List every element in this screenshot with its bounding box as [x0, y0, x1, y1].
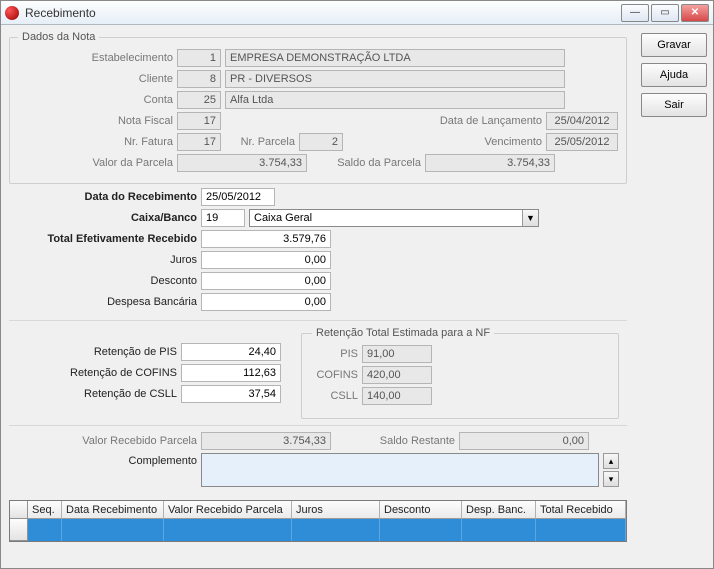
- th-total-recebido[interactable]: Total Recebido: [536, 501, 626, 519]
- label-est-pis: PIS: [312, 348, 358, 360]
- input-data-recebimento[interactable]: [201, 188, 275, 206]
- label-caixa-banco: Caixa/Banco: [17, 212, 197, 224]
- sair-button[interactable]: Sair: [641, 93, 707, 117]
- label-ret-csll: Retenção de CSLL: [17, 388, 177, 400]
- field-valor-parcela: 3.754,33: [177, 154, 307, 172]
- label-estabelecimento: Estabelecimento: [18, 52, 173, 64]
- field-saldo-parcela: 3.754,33: [425, 154, 555, 172]
- close-button[interactable]: ✕: [681, 4, 709, 22]
- field-est-csll: 140,00: [362, 387, 432, 405]
- field-estabelecimento-code: 1: [177, 49, 221, 67]
- row-header-corner: [10, 501, 28, 519]
- titlebar: Recebimento — ▭ ✕: [1, 1, 713, 25]
- chevron-down-icon: ▼: [522, 210, 538, 226]
- gravar-button[interactable]: Gravar: [641, 33, 707, 57]
- label-saldo-restante: Saldo Restante: [335, 435, 455, 447]
- row-selector[interactable]: [10, 519, 28, 541]
- label-juros: Juros: [17, 254, 197, 266]
- input-juros[interactable]: [201, 251, 331, 269]
- scroll-down-icon[interactable]: ▾: [603, 471, 619, 487]
- scroll-up-icon[interactable]: ▴: [603, 453, 619, 469]
- input-desconto[interactable]: [201, 272, 331, 290]
- table-row[interactable]: [10, 519, 626, 541]
- th-desconto[interactable]: Desconto: [380, 501, 462, 519]
- input-ret-pis[interactable]: [181, 343, 281, 361]
- field-est-cofins: 420,00: [362, 366, 432, 384]
- select-caixa-value: Caixa Geral: [254, 212, 312, 224]
- label-cliente: Cliente: [18, 73, 173, 85]
- field-nr-fatura: 17: [177, 133, 221, 151]
- textarea-complemento[interactable]: [201, 453, 599, 487]
- label-ret-cofins: Retenção de COFINS: [17, 367, 177, 379]
- th-valor-recebido[interactable]: Valor Recebido Parcela: [164, 501, 292, 519]
- field-saldo-restante: 0,00: [459, 432, 589, 450]
- label-desconto: Desconto: [17, 275, 197, 287]
- input-total-efetivo[interactable]: [201, 230, 331, 248]
- field-nota-fiscal: 17: [177, 112, 221, 130]
- input-ret-csll[interactable]: [181, 385, 281, 403]
- field-conta-desc: Alfa Ltda: [225, 91, 565, 109]
- th-seq[interactable]: Seq.: [28, 501, 62, 519]
- minimize-button[interactable]: —: [621, 4, 649, 22]
- label-est-cofins: COFINS: [312, 369, 358, 381]
- label-saldo-parcela: Saldo da Parcela: [311, 157, 421, 169]
- dados-nota-legend: Dados da Nota: [18, 31, 99, 43]
- label-nota-fiscal: Nota Fiscal: [18, 115, 173, 127]
- ajuda-button[interactable]: Ajuda: [641, 63, 707, 87]
- label-despesa-bancaria: Despesa Bancária: [17, 296, 197, 308]
- window-title: Recebimento: [25, 6, 621, 20]
- label-complemento: Complemento: [17, 453, 197, 467]
- input-ret-cofins[interactable]: [181, 364, 281, 382]
- label-valor-parcela: Valor da Parcela: [18, 157, 173, 169]
- maximize-button[interactable]: ▭: [651, 4, 679, 22]
- field-cliente-code: 8: [177, 70, 221, 88]
- recebimentos-table: Seq. Data Recebimento Valor Recebido Par…: [9, 500, 627, 542]
- label-vencimento: Vencimento: [462, 136, 542, 148]
- label-nr-fatura: Nr. Fatura: [18, 136, 173, 148]
- label-data-recebimento: Data do Recebimento: [17, 191, 197, 203]
- th-data-recebimento[interactable]: Data Recebimento: [62, 501, 164, 519]
- field-conta-code: 25: [177, 91, 221, 109]
- label-ret-pis: Retenção de PIS: [17, 346, 177, 358]
- recebimento-window: Recebimento — ▭ ✕ Dados da Nota Estabele…: [0, 0, 714, 569]
- label-data-lancamento: Data de Lançamento: [417, 115, 542, 127]
- th-juros[interactable]: Juros: [292, 501, 380, 519]
- field-cliente-desc: PR - DIVERSOS: [225, 70, 565, 88]
- label-total-efetivo: Total Efetivamente Recebido: [17, 233, 197, 245]
- th-desp-banc[interactable]: Desp. Banc.: [462, 501, 536, 519]
- field-valor-receb-parcela: 3.754,33: [201, 432, 331, 450]
- field-data-lancamento: 25/04/2012: [546, 112, 618, 130]
- field-est-pis: 91,00: [362, 345, 432, 363]
- app-icon: [5, 6, 19, 20]
- dados-nota-group: Dados da Nota Estabelecimento 1 EMPRESA …: [9, 31, 627, 184]
- field-vencimento: 25/05/2012: [546, 133, 618, 151]
- label-nr-parcela: Nr. Parcela: [225, 136, 295, 148]
- retencao-total-legend: Retenção Total Estimada para a NF: [312, 327, 494, 339]
- label-valor-receb-parcela: Valor Recebido Parcela: [17, 435, 197, 447]
- select-caixa-desc[interactable]: Caixa Geral ▼: [249, 209, 539, 227]
- field-nr-parcela: 2: [299, 133, 343, 151]
- retencao-total-group: Retenção Total Estimada para a NF PIS 91…: [301, 327, 619, 419]
- label-est-csll: CSLL: [312, 390, 358, 402]
- input-caixa-code[interactable]: [201, 209, 245, 227]
- field-estabelecimento-desc: EMPRESA DEMONSTRAÇÃO LTDA: [225, 49, 565, 67]
- label-conta: Conta: [18, 94, 173, 106]
- input-despesa-bancaria[interactable]: [201, 293, 331, 311]
